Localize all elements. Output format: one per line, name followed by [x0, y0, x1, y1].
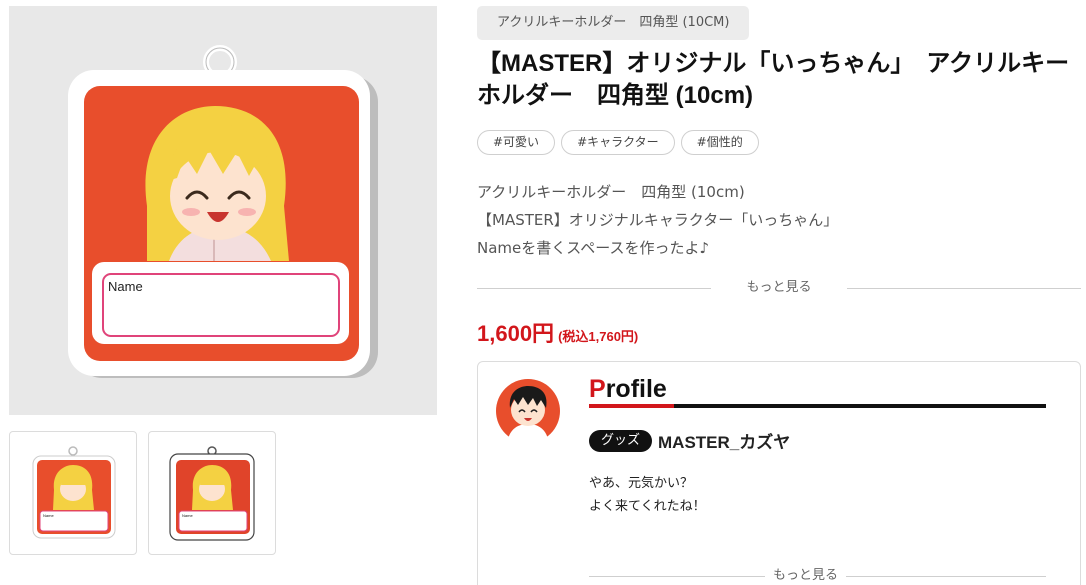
category-tag[interactable]: アクリルキーホルダー 四角型 (10CM) [477, 6, 750, 40]
profile-message-line: やあ、元気かい？ [589, 476, 694, 491]
name-plate-label: Name [108, 279, 143, 294]
thumbnail-name-label: Name [182, 513, 193, 518]
shop-info: グッズ MASTER_カズヤ [589, 428, 790, 453]
hashtag-kawaii[interactable]: #可愛い [477, 130, 556, 155]
hashtag-list: #可愛い #キャラクター #個性的 [477, 130, 759, 155]
thumbnail-1[interactable]: Name [9, 431, 137, 555]
keychain-thumbnail-image: Name [169, 446, 255, 541]
hashtag-character[interactable]: #キャラクター [561, 130, 675, 155]
price-tax-included: (税込1,760円) [558, 329, 639, 344]
description-line: Nameを書くスペースを作ったよ♪ [477, 239, 710, 257]
main-product-image[interactable]: Name [9, 6, 437, 415]
profile-heading-initial: P [589, 375, 606, 403]
thumbnail-name-label: Name [43, 513, 54, 518]
keychain-thumbnail-image: Name [32, 446, 116, 539]
goods-badge: グッズ [589, 429, 653, 452]
heading-underline [589, 404, 1046, 408]
description-more-row: もっと見る [477, 278, 1081, 298]
product-description: アクリルキーホルダー 四角型 (10cm) 【MASTER】オリジナルキャラクタ… [477, 178, 838, 262]
description-line: 【MASTER】オリジナルキャラクター「いっちゃん」 [477, 211, 839, 229]
price: 1,600円 (税込1,760円) [477, 316, 638, 348]
profile-card: Profile グッズ MASTER_カズヤ やあ、元気かい？ よく来てくれたね… [477, 361, 1081, 585]
price-value: 1,600円 [477, 321, 555, 346]
profile-more-link[interactable]: もっと見る [765, 566, 847, 585]
description-line: アクリルキーホルダー 四角型 (10cm) [477, 183, 745, 201]
profile-heading: Profile [589, 373, 667, 405]
profile-message: やあ、元気かい？ よく来てくれたね！ [589, 472, 706, 518]
profile-more-row: もっと見る [589, 566, 1046, 585]
description-more-link[interactable]: もっと見る [477, 278, 1081, 298]
creator-avatar-image [496, 379, 560, 444]
acrylic-keychain-image: Name [68, 45, 378, 378]
product-title: 【MASTER】オリジナル「いっちゃん」 アクリルキーホルダー 四角型 (10c… [477, 50, 1070, 109]
hashtag-unique[interactable]: #個性的 [680, 130, 759, 155]
profile-message-line: よく来てくれたね！ [589, 499, 706, 514]
shop-name-link[interactable]: MASTER_カズヤ [658, 428, 790, 453]
thumbnail-2[interactable]: Name [148, 431, 276, 555]
profile-heading-rest: rofile [605, 375, 667, 403]
avatar[interactable] [493, 378, 563, 444]
